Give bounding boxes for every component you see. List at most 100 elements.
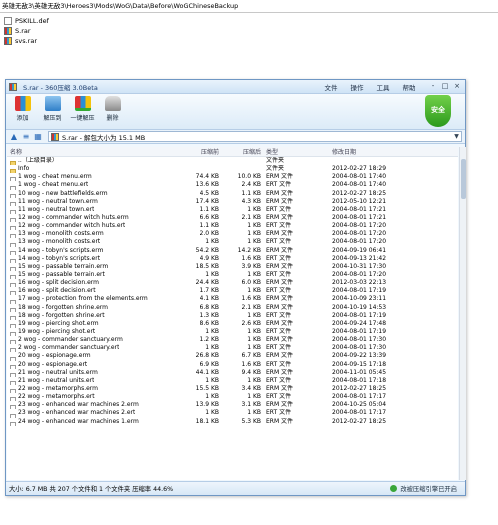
table-row[interactable]: 21 wog - neutral units.erm 44.1 KB 9.4 KB E…	[7, 369, 458, 377]
cell-compressed-size-text: 1 KB	[247, 393, 261, 401]
cell-compressed-size: 1 KB	[223, 222, 264, 230]
cell-compressed-size: 1.1 KB	[223, 190, 264, 198]
maximize-button[interactable]: □	[440, 82, 450, 91]
cell-type: ERM 文件	[264, 190, 330, 198]
cell-modified-text: 2004-09-24 17:48	[332, 319, 387, 327]
table-row[interactable]: 1 wog - cheat menu.erm 74.4 KB 10.0 KB ERM …	[7, 173, 458, 182]
scrollbar-thumb[interactable]	[461, 159, 466, 199]
table-row[interactable]: 17 wog - protection from the elements.er…	[7, 295, 458, 304]
cell-type-text: ERM 文件	[266, 417, 294, 425]
table-row[interactable]: 21 wog - neutral units.ert 1 KB 1 KB ERT 文件…	[7, 377, 458, 385]
menu-operation[interactable]: 操作	[344, 82, 370, 92]
cell-name: ..（上级目录）	[7, 157, 165, 166]
vertical-scrollbar[interactable]	[459, 147, 466, 480]
cell-name-text: 15 wog - passable terrain.ert	[18, 270, 105, 278]
table-row[interactable]: 23 wog - enhanced war machines 2.ert 1 KB…	[7, 409, 458, 418]
table-row[interactable]: 11 wog - neutral town.erm 17.4 KB 4.3 KB ER…	[7, 198, 458, 206]
cell-compressed-size: 2.1 KB	[223, 214, 264, 222]
table-row[interactable]: 22 wog - metamorphs.ert 1 KB 1 KB ERT 文件 200…	[7, 393, 458, 402]
table-row[interactable]: 22 wog - metamorphs.erm 15.5 KB 3.4 KB ERM …	[7, 385, 458, 394]
background-file-item[interactable]: S.rar	[4, 26, 49, 36]
background-file-item[interactable]: PSKILL.def	[4, 16, 49, 26]
cell-compressed-size: 1.6 KB	[223, 295, 264, 303]
table-row[interactable]: 14 wog - tobyn's scripts.ert 4.9 KB 1.6 KB…	[7, 255, 458, 263]
table-row[interactable]: 13 wog - monolith costs.ert 1 KB 1 KB ERT 文…	[7, 238, 458, 247]
table-row[interactable]: 20 wog - espionage.ert 6.9 KB 1.6 KB ERT 文件…	[7, 361, 458, 369]
cell-compressed-size: 1 KB	[223, 393, 264, 401]
cell-name-text: 11 wog - neutral town.ert	[18, 205, 95, 213]
table-row[interactable]: 13 wog - monolith costs.erm 2.0 KB 1 KB ERM…	[7, 230, 458, 239]
background-file-item[interactable]: svs.rar	[4, 36, 49, 46]
cell-type: ERT 文件	[264, 271, 330, 279]
cell-name-text: ..（上级目录）	[18, 157, 58, 164]
column-type[interactable]: 类型	[264, 147, 330, 156]
column-original-size[interactable]: 压缩前	[165, 147, 223, 156]
cell-compressed-size-text: 1 KB	[247, 327, 261, 335]
table-row[interactable]: 20 wog - espionage.erm 26.8 KB 6.7 KB ERM 文…	[7, 352, 458, 361]
cell-modified-text: 2004-10-25 05:04	[332, 401, 387, 409]
menu-help[interactable]: 帮助	[396, 82, 422, 92]
table-row[interactable]: Info 文件夹 2012-02-27 18:29	[7, 165, 458, 174]
view-list-icon[interactable]: ▦	[33, 132, 43, 142]
column-modified[interactable]: 修改日期	[330, 147, 440, 156]
one-click-extract-button[interactable]: 一键解压	[69, 96, 96, 122]
table-row[interactable]: 16 wog - split decision.ert 1.7 KB 1 KB ERT…	[7, 287, 458, 296]
cell-modified-text: 2004-08-01 17:30	[332, 336, 387, 344]
cell-compressed-size: 2.4 KB	[223, 181, 264, 189]
add-icon	[14, 96, 31, 111]
cell-name: 18 wog - forgotten shrine.erm	[7, 304, 165, 312]
cell-name: 23 wog - enhanced war machines 2.ert	[7, 409, 165, 418]
title-bar[interactable]: S.rar - 360压缩 3.0Beta 文件 操作 工具 帮助 - □ ×	[6, 80, 465, 94]
cell-type: ERT 文件	[264, 312, 330, 320]
menu-file[interactable]: 文件	[318, 82, 344, 92]
cell-original-size-text: 1 KB	[205, 327, 219, 335]
table-row[interactable]: 18 wog - forgotten shrine.ert 1.3 KB 1 KB E…	[7, 312, 458, 320]
cell-compressed-size: 1 KB	[223, 287, 264, 295]
table-row[interactable]: 14 wog - tobyn's scripts.erm 54.2 KB 14.2 …	[7, 247, 458, 255]
table-row[interactable]: 11 wog - neutral town.ert 1.1 KB 1 KB ERT 文…	[7, 206, 458, 214]
cell-compressed-size-text: 1 KB	[247, 336, 261, 344]
column-name[interactable]: 名称	[7, 147, 165, 156]
table-row[interactable]: 12 wog - commander witch huts.erm 6.6 KB 2…	[7, 214, 458, 223]
table-row[interactable]: 2 wog - commander sanctuary.ert 1 KB 1 KB E…	[7, 344, 458, 353]
cell-type: ERT 文件	[264, 377, 330, 385]
delete-button[interactable]: 删除	[99, 96, 126, 122]
minimize-button[interactable]: -	[428, 82, 438, 91]
cell-modified-text: 2004-08-01 17:40	[332, 173, 387, 181]
cell-name-text: 21 wog - neutral units.ert	[18, 376, 95, 384]
view-details-icon[interactable]: ≡	[21, 132, 31, 142]
chevron-down-icon[interactable]: ▼	[452, 133, 461, 140]
table-row[interactable]: 19 wog - piercing shot.ert 1 KB 1 KB ERT 文件…	[7, 327, 458, 337]
table-row[interactable]: 16 wog - split decision.erm 24.4 KB 6.0 KB…	[7, 279, 458, 288]
cell-type: ERM 文件	[264, 401, 330, 409]
table-row[interactable]: 1 wog - cheat menu.ert 13.6 KB 2.4 KB ERT 文…	[7, 181, 458, 190]
column-compressed-size[interactable]: 压缩后	[223, 147, 264, 156]
table-row[interactable]: 18 wog - forgotten shrine.erm 6.8 KB 2.1 K…	[7, 304, 458, 312]
cell-compressed-size-text: 1 KB	[247, 344, 261, 352]
security-shield-icon[interactable]: 安全	[425, 95, 451, 127]
cell-name: 2 wog - commander sanctuary.ert	[7, 344, 165, 353]
table-row[interactable]: ..（上级目录） 文件夹	[7, 157, 458, 166]
menu-tools[interactable]: 工具	[370, 82, 396, 92]
table-row[interactable]: 19 wog - piercing shot.erm 8.6 KB 2.6 KB ER…	[7, 320, 458, 328]
add-button[interactable]: 添加	[9, 96, 36, 122]
table-row[interactable]: 15 wog - passable terrain.ert 1 KB 1 KB ERT…	[7, 270, 458, 280]
window-title: S.rar - 360压缩 3.0Beta	[23, 83, 98, 92]
up-arrow-icon[interactable]: ▲	[9, 132, 19, 142]
extract-to-button[interactable]: 解压到	[39, 96, 66, 122]
column-header: 名称 压缩前 压缩后 类型 修改日期	[7, 147, 458, 157]
cell-name: 15 wog - passable terrain.erm	[7, 263, 165, 271]
file-icon	[10, 421, 16, 426]
table-row[interactable]: 24 wog - enhanced war machines 1.erm 18.1…	[7, 418, 458, 426]
table-row[interactable]: 15 wog - passable terrain.erm 18.5 KB 3.9 …	[7, 263, 458, 271]
cell-modified-text: 2004-08-01 17:19	[332, 287, 387, 295]
table-row[interactable]: 10 wog - new battlefields.erm 4.5 KB 1.1 K…	[7, 190, 458, 198]
address-field[interactable]: S.rar - 解包大小为 15.1 MB ▼	[48, 131, 462, 142]
table-row[interactable]: 2 wog - commander sanctuary.erm 1.2 KB 1 K…	[7, 336, 458, 345]
close-button[interactable]: ×	[452, 82, 462, 91]
table-row[interactable]: 12 wog - commander witch huts.ert 1.1 KB 1…	[7, 222, 458, 231]
delete-label: 删除	[106, 115, 119, 122]
cell-modified: 2004-08-01 17:21	[330, 206, 440, 214]
table-row[interactable]: 23 wog - enhanced war machines 2.erm 13.9…	[7, 401, 458, 410]
cell-modified: 2004-10-19 14:53	[330, 304, 440, 312]
